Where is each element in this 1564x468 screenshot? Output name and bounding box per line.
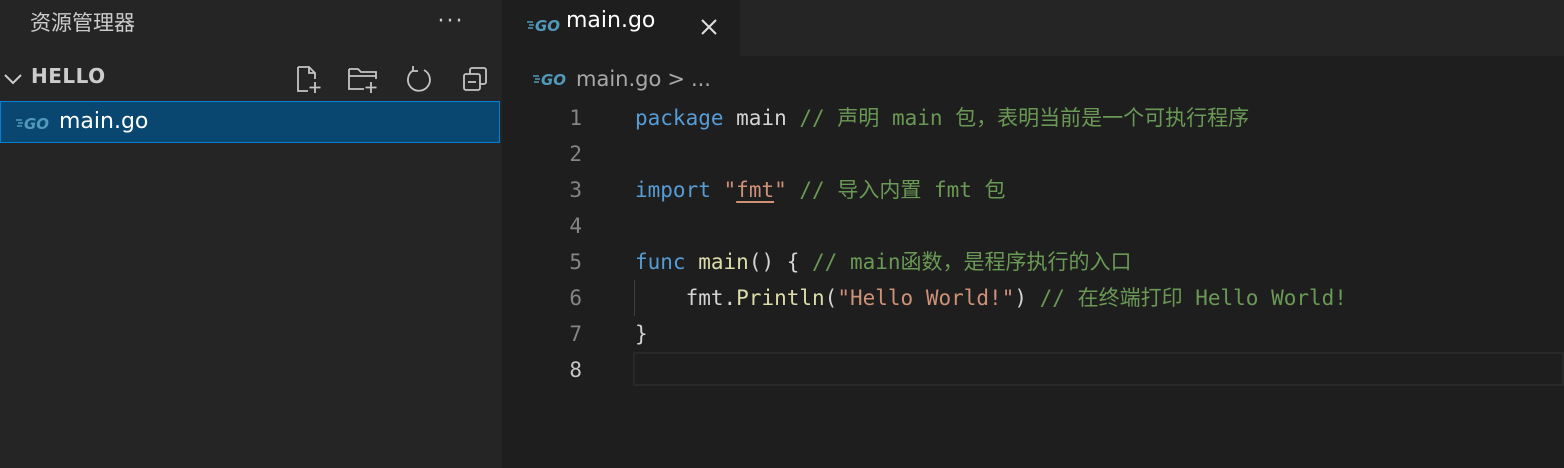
code-text: import "fmt" // 导入内置 fmt 包: [635, 178, 1006, 202]
code-text: func main() { // main函数，是程序执行的入口: [635, 250, 1132, 274]
line-number: 5: [569, 250, 582, 274]
line-number: 8: [569, 358, 582, 382]
code-line: 2: [502, 136, 1564, 172]
code-line: 3 import "fmt" // 导入内置 fmt 包: [502, 172, 1564, 208]
refresh-icon[interactable]: [402, 62, 436, 96]
go-file-icon: GO: [533, 71, 566, 88]
new-file-icon[interactable]: [290, 62, 324, 96]
file-name: main.go: [59, 109, 149, 134]
code-line: 1 package main // 声明 main 包，表明当前是一个可执行程序: [502, 100, 1564, 136]
go-file-icon: GO: [16, 115, 49, 132]
code-line: 7 }: [502, 316, 1564, 352]
svg-text:GO: GO: [24, 115, 49, 132]
code-editor[interactable]: 1 package main // 声明 main 包，表明当前是一个可执行程序…: [502, 100, 1564, 468]
close-icon[interactable]: [694, 12, 724, 42]
code-line: 6 fmt.Println("Hello World!") // 在终端打印 H…: [502, 280, 1564, 316]
chevron-down-icon[interactable]: [2, 68, 24, 90]
breadcrumb-more[interactable]: ...: [691, 67, 711, 91]
explorer-sidebar: 资源管理器 ··· HELLO GO main.go: [0, 0, 502, 468]
code-line: 5 func main() { // main函数，是程序执行的入口: [502, 244, 1564, 280]
svg-text:GO: GO: [535, 17, 560, 34]
line-number: 4: [569, 214, 582, 238]
more-actions-icon[interactable]: ···: [436, 6, 466, 36]
folder-title: HELLO: [31, 64, 106, 88]
vscode-window: 资源管理器 ··· HELLO GO main.go GO main.go GO…: [0, 0, 1564, 468]
tab-main-go[interactable]: GO main.go: [502, 0, 740, 56]
code-text: }: [635, 322, 648, 346]
file-tree-item[interactable]: GO main.go: [0, 101, 500, 143]
collapse-all-icon[interactable]: [458, 62, 492, 96]
code-line: 8: [502, 352, 1564, 388]
section-actions: [290, 62, 492, 96]
breadcrumb: GO main.go > ...: [532, 64, 711, 94]
line-number: 7: [569, 322, 582, 346]
tab-label: main.go: [566, 8, 656, 33]
go-file-icon: GO: [527, 17, 560, 34]
line-number: 2: [569, 142, 582, 166]
svg-text:GO: GO: [541, 71, 566, 88]
code-text: package main // 声明 main 包，表明当前是一个可执行程序: [635, 106, 1250, 130]
breadcrumb-file[interactable]: main.go: [576, 67, 661, 91]
code-line: 4: [502, 208, 1564, 244]
breadcrumb-separator: >: [667, 67, 685, 91]
new-folder-icon[interactable]: [346, 62, 380, 96]
line-number: 1: [569, 106, 582, 130]
tab-bar: GO main.go: [502, 0, 1564, 56]
line-number: 3: [569, 178, 582, 202]
folder-section-header[interactable]: HELLO: [0, 60, 502, 96]
explorer-title: 资源管理器: [30, 11, 135, 35]
line-number: 6: [569, 286, 582, 310]
import-path-link[interactable]: fmt: [736, 178, 774, 202]
code-text: fmt.Println("Hello World!") // 在终端打印 Hel…: [685, 286, 1347, 310]
